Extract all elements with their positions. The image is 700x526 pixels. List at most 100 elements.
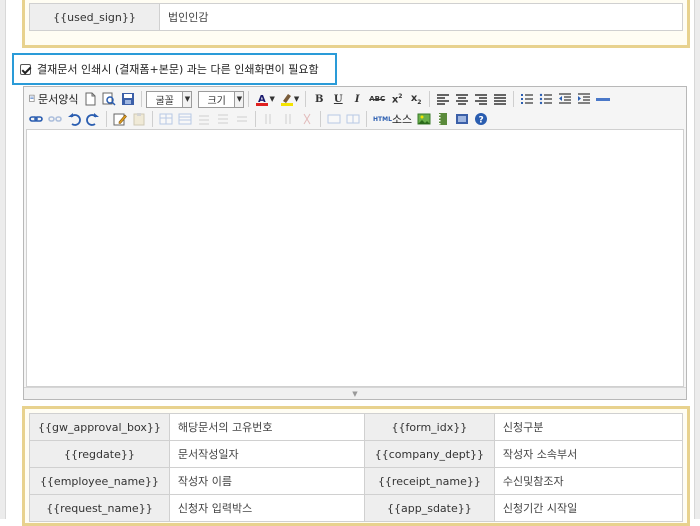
toolbar-divider	[106, 111, 107, 127]
variable-key-cell: {{regdate}}	[29, 440, 170, 468]
delete-col-icon	[303, 113, 311, 125]
save-button[interactable]	[119, 90, 137, 108]
toolbar-row-2: HTML 소스 ?	[27, 109, 683, 129]
insert-row-above-button[interactable]	[195, 110, 213, 128]
frame-right-border	[694, 0, 700, 519]
preview-button[interactable]	[100, 90, 118, 108]
print-option-label[interactable]: 결재문서 인쇄시 (결재폼+본문) 과는 다른 인쇄화면이 필요함	[37, 61, 319, 77]
paste-icon	[133, 113, 145, 126]
preview-icon	[102, 92, 117, 106]
bold-button[interactable]: B	[310, 90, 328, 108]
redo-button[interactable]	[84, 110, 102, 128]
paste-button[interactable]	[130, 110, 148, 128]
align-left-icon	[437, 94, 450, 105]
highlight-icon	[280, 94, 293, 106]
indent-icon	[578, 93, 591, 104]
variable-key-cell: {{app_sdate}}	[363, 494, 495, 522]
unlink-icon	[48, 116, 62, 122]
redo-icon	[86, 113, 99, 126]
italic-button[interactable]: I	[348, 90, 366, 108]
undo-icon	[68, 113, 81, 126]
merge-cells-button[interactable]	[325, 110, 343, 128]
top-variable-box: {{used_sign}} 법인인감	[22, 0, 690, 48]
horizontal-rule-button[interactable]	[594, 90, 612, 108]
align-left-button[interactable]	[434, 90, 452, 108]
variable-key-cell: {{form_idx}}	[363, 413, 495, 441]
variable-reference-box: {{gw_approval_box}} 해당문서의 고유번호 {{form_id…	[22, 406, 690, 526]
toolbar-divider	[513, 91, 515, 107]
edit-button[interactable]	[111, 110, 129, 128]
top-variable-table: {{used_sign}} 법인인감	[29, 3, 683, 31]
font-family-select[interactable]: 굴꼴 ▼	[146, 90, 193, 108]
insert-col-right-button[interactable]	[279, 110, 297, 128]
table-insert-button[interactable]	[157, 110, 175, 128]
delete-row-icon	[237, 116, 247, 122]
print-option-checkbox[interactable]	[20, 63, 31, 75]
align-justify-button[interactable]	[491, 90, 509, 108]
table-row: {{regdate}} 문서작성일자 {{company_dept}} 작성자 …	[29, 440, 684, 468]
editor-content-area[interactable]	[26, 129, 684, 387]
editor-resize-handle[interactable]: ▼	[24, 387, 686, 399]
underline-button[interactable]: U	[329, 90, 347, 108]
insert-row-below-button[interactable]	[214, 110, 232, 128]
delete-col-button[interactable]	[298, 110, 316, 128]
insert-row-icon	[218, 114, 228, 124]
variable-key-cell: {{company_dept}}	[363, 440, 495, 468]
table-row: {{gw_approval_box}} 해당문서의 고유번호 {{form_id…	[29, 413, 684, 441]
media-button[interactable]	[453, 110, 471, 128]
variable-desc-cell: 작성자 소속부서	[493, 440, 684, 468]
indent-button[interactable]	[575, 90, 593, 108]
split-cells-button[interactable]	[344, 110, 362, 128]
image-button[interactable]	[415, 110, 433, 128]
font-color-icon: A	[256, 94, 269, 106]
table-row: {{employee_name}} 작성자 이름 {{receipt_name}…	[29, 467, 684, 495]
help-button[interactable]: ?	[472, 110, 490, 128]
undo-button[interactable]	[65, 110, 83, 128]
bg-color-button[interactable]: ▼	[278, 90, 301, 108]
italic-icon: I	[354, 93, 360, 105]
outdent-button[interactable]	[556, 90, 574, 108]
table-row: {{request_name}} 신청자 입력박스 {{app_sdate}} …	[29, 494, 684, 522]
merge-cells-icon	[327, 114, 341, 124]
link-button[interactable]	[27, 110, 45, 128]
new-doc-button[interactable]	[81, 90, 99, 108]
delete-row-button[interactable]	[233, 110, 251, 128]
html-source-button[interactable]: HTML 소스	[371, 110, 414, 128]
subscript-button[interactable]: x2	[407, 90, 425, 108]
font-size-select[interactable]: 크기 ▼	[198, 90, 245, 108]
help-icon: ?	[475, 113, 488, 126]
table-props-button[interactable]	[176, 110, 194, 128]
variable-desc-cell: 신청구분	[493, 413, 684, 441]
insert-col-icon	[285, 114, 291, 124]
align-right-button[interactable]	[472, 90, 490, 108]
variable-key-cell: {{used_sign}}	[29, 3, 160, 31]
align-center-icon	[456, 94, 469, 105]
variable-desc-cell: 신청기간 시작일	[493, 494, 684, 522]
variable-desc-cell: 신청자 입력박스	[168, 494, 365, 522]
superscript-button[interactable]: x2	[388, 90, 406, 108]
font-color-button[interactable]: A ▼	[253, 90, 276, 108]
strike-button[interactable]: ABC	[367, 90, 387, 108]
align-center-button[interactable]	[453, 90, 471, 108]
new-doc-icon	[85, 92, 96, 106]
variable-desc-cell: 문서작성일자	[168, 440, 365, 468]
ordered-list-button[interactable]	[518, 90, 536, 108]
template-button[interactable]: 문서양식	[27, 90, 80, 108]
template-label: 문서양식	[38, 93, 79, 106]
font-select-value: 굴꼴	[155, 95, 174, 107]
insert-row-icon	[199, 115, 209, 125]
chevron-down-icon: ▼	[182, 91, 192, 107]
chevron-down-icon: ▼	[234, 91, 244, 107]
table-props-icon	[178, 113, 192, 125]
chevron-down-icon: ▼	[293, 95, 300, 103]
insert-col-left-button[interactable]	[260, 110, 278, 128]
resize-arrow-icon: ▼	[352, 389, 358, 398]
unlink-button[interactable]	[46, 110, 64, 128]
unordered-list-button[interactable]	[537, 90, 555, 108]
video-button[interactable]	[434, 110, 452, 128]
bold-icon: B	[315, 93, 324, 105]
table-row: {{used_sign}} 법인인감	[29, 3, 683, 31]
strike-icon: ABC	[369, 95, 386, 103]
ordered-list-icon	[521, 94, 534, 104]
editor-toolbar: 문서양식 굴꼴 ▼ 크기 ▼ A ▼ ▼ B U I ABC x2 x2 HTM…	[24, 87, 686, 129]
